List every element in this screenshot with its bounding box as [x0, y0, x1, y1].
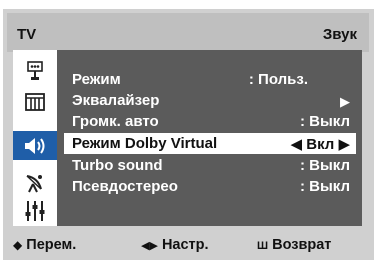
menu-item-value: : Выкл — [299, 157, 350, 174]
sound-icon[interactable] — [13, 131, 57, 160]
sidebar — [13, 50, 57, 226]
channel-icon[interactable] — [13, 168, 57, 197]
adjust-hint-label: Настр. — [161, 237, 209, 253]
input-icon[interactable] — [13, 56, 57, 85]
menu-item-label: Громк. авто — [72, 113, 159, 130]
menu-item-turbo-sound[interactable]: Turbo sound : Выкл — [64, 155, 356, 176]
menu-item-mode[interactable]: Режим : Польз. — [64, 69, 356, 90]
menu-item-equalizer[interactable]: Эквалайзер ▶ — [64, 90, 356, 111]
left-right-icon: ◀▶ — [141, 240, 158, 252]
menu-item-auto-volume[interactable]: Громк. авто : Выкл — [64, 111, 356, 132]
up-down-icon: ◆ — [13, 238, 23, 252]
return-hint-label: Возврат — [272, 237, 332, 253]
menu-title: Звук — [322, 26, 357, 43]
menu-item-value[interactable]: ◀ Вкл ▶ — [291, 135, 350, 153]
osd-menu: TV Звук Режим: Польз. Эквалайзер ▶ Гром… — [3, 9, 374, 260]
menu-item-label: Эквалайзер — [72, 92, 160, 109]
help-bar: ◆ Перем. ◀▶ Настр. Ш Возврат — [7, 233, 369, 257]
menu-icon: Ш — [257, 240, 269, 252]
menu-item-pseudo-stereo[interactable]: Псевдостерео : Выкл — [64, 176, 356, 197]
menu-item-dolby-virtual[interactable]: Режим Dolby Virtual ◀ Вкл ▶ — [64, 133, 356, 154]
return-hint[interactable]: Ш Возврат — [257, 237, 331, 253]
menu-item-value: : Выкл — [299, 113, 350, 130]
submenu-arrow-icon: ▶ — [340, 94, 350, 109]
setup-icon[interactable] — [13, 196, 57, 225]
move-hint-label: Перем. — [26, 237, 77, 253]
menu-item-label: Режим Dolby Virtual — [72, 135, 218, 152]
menu-item-label: Turbo sound — [72, 157, 163, 174]
menu-item-label: Режим — [72, 71, 121, 88]
menu-item-value: : Выкл — [299, 178, 350, 195]
menu-panel: Режим : Польз. Эквалайзер ▶ Громк. авто … — [57, 50, 362, 226]
menu-item-value: : Польз. — [248, 71, 308, 88]
picture-icon[interactable] — [13, 87, 57, 116]
title-bar: TV Звук — [7, 13, 369, 52]
adjust-hint: ◀▶ Настр. — [141, 237, 209, 253]
menu-item-label: Псевдостерео — [72, 178, 178, 195]
source-label: TV — [17, 26, 37, 43]
move-hint: ◆ Перем. — [13, 237, 76, 253]
